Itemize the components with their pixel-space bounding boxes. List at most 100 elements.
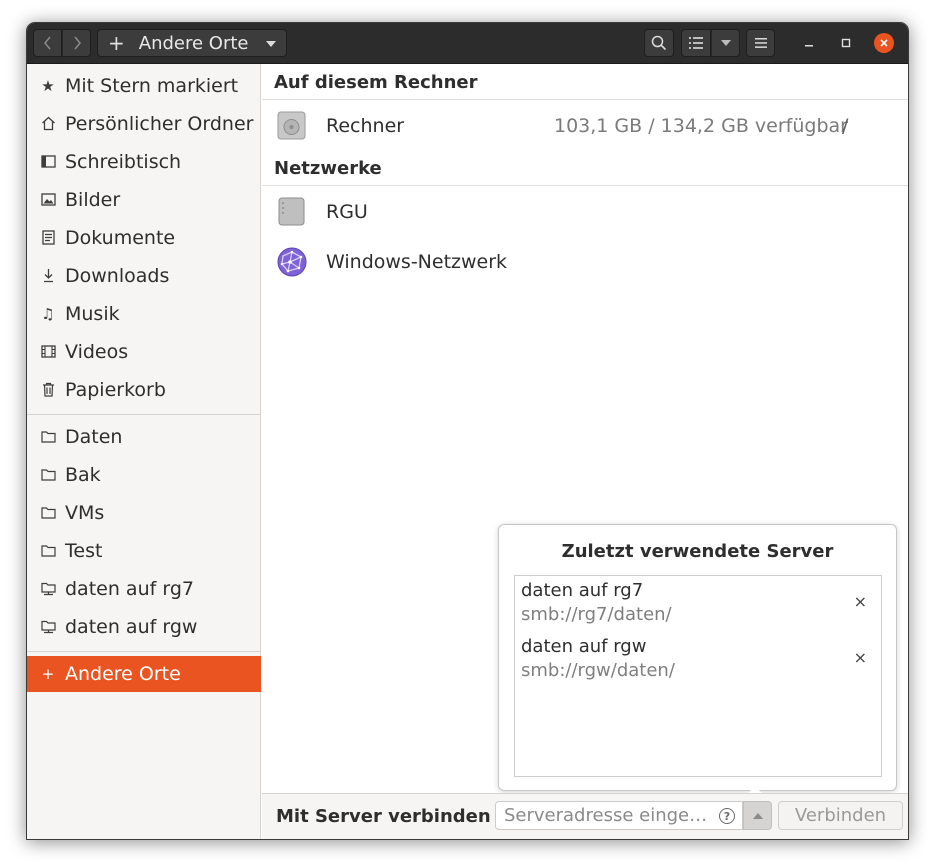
- recent-server-item[interactable]: daten auf rgw smb://rgw/daten/ ×: [521, 632, 875, 684]
- server-url: smb://rg7/daten/: [521, 604, 672, 625]
- sidebar-item-downloads[interactable]: Downloads: [27, 257, 261, 294]
- section-title-networks: Netzwerke: [274, 158, 382, 179]
- sidebar-bookmark-daten-rg7[interactable]: daten auf rg7: [27, 570, 261, 607]
- sidebar-item-label: Musik: [65, 302, 120, 325]
- sidebar-item-home[interactable]: Persönlicher Ordner: [27, 105, 261, 142]
- remove-server-button[interactable]: ×: [854, 592, 867, 611]
- star-icon: ★: [41, 76, 55, 95]
- sidebar-separator: [27, 651, 261, 652]
- sidebar-item-desktop[interactable]: Schreibtisch: [27, 143, 261, 180]
- documents-icon: [40, 230, 56, 246]
- chevron-left-icon: [43, 36, 51, 50]
- sidebar-bookmark-vms[interactable]: VMs: [27, 494, 261, 531]
- place-name: RGU: [326, 201, 368, 223]
- sidebar-bookmark-daten[interactable]: Daten: [27, 418, 261, 455]
- connect-button[interactable]: Verbinden: [778, 801, 903, 830]
- hamburger-menu-button[interactable]: [746, 29, 775, 57]
- recent-servers-toggle[interactable]: [743, 801, 772, 830]
- sidebar-item-label: Dokumente: [65, 226, 176, 249]
- remove-server-button[interactable]: ×: [854, 648, 867, 667]
- sidebar-item-label: daten auf rg7: [65, 577, 194, 600]
- server-address-placeholder: Serveradresse einge…: [504, 805, 708, 826]
- view-list-button[interactable]: [681, 29, 711, 57]
- back-button[interactable]: [33, 29, 62, 57]
- place-usage: 103,1 GB / 134,2 GB verfügbar: [554, 115, 848, 137]
- server-url: smb://rgw/daten/: [521, 660, 675, 681]
- sidebar-item-label: VMs: [65, 501, 105, 524]
- location-label: Andere Orte: [138, 32, 249, 54]
- header-bar: + Andere Orte: [27, 23, 908, 64]
- sidebar-bookmark-daten-rgw[interactable]: daten auf rgw: [27, 608, 261, 645]
- sidebar-item-label: Downloads: [65, 264, 170, 287]
- sidebar-item-other-places[interactable]: + Andere Orte: [27, 656, 261, 692]
- server-name: daten auf rgw: [521, 636, 647, 657]
- sidebar-bookmark-bak[interactable]: Bak: [27, 456, 261, 493]
- section-divider: [262, 185, 908, 186]
- sidebar-item-trash[interactable]: Papierkorb: [27, 371, 261, 408]
- sidebar-item-label: daten auf rgw: [65, 615, 198, 638]
- popover-title: Zuletzt verwendete Server: [561, 541, 834, 562]
- search-button[interactable]: [644, 29, 674, 57]
- section-title-computer: Auf diesem Rechner: [274, 72, 478, 93]
- network-globe-icon: [277, 247, 307, 277]
- caret-down-icon: [720, 40, 731, 46]
- minimize-icon: [805, 45, 813, 47]
- search-icon: [651, 35, 667, 51]
- sidebar-item-music[interactable]: ♫ Musik: [27, 295, 261, 332]
- place-name: Rechner: [326, 115, 405, 137]
- network-folder-icon: [40, 581, 56, 597]
- close-button[interactable]: [874, 33, 894, 53]
- recent-servers-list: daten auf rg7 smb://rg7/daten/ × daten a…: [514, 575, 882, 777]
- sidebar-separator: [27, 414, 261, 415]
- network-folder-icon: [40, 619, 56, 635]
- location-button[interactable]: + Andere Orte: [97, 29, 287, 57]
- caret-up-icon: [752, 812, 763, 819]
- place-path: /: [842, 115, 849, 137]
- place-row-windows-network[interactable]: Windows-Netzwerk: [262, 238, 908, 286]
- sidebar-item-starred[interactable]: ★ Mit Stern markiert: [27, 67, 261, 104]
- sidebar-item-label: Bilder: [65, 188, 121, 211]
- downloads-icon: [40, 268, 56, 284]
- sidebar-item-label: Videos: [65, 340, 129, 363]
- sidebar-item-label: Daten: [65, 425, 123, 448]
- sidebar-item-label: Test: [65, 539, 103, 562]
- sidebar-item-videos[interactable]: Videos: [27, 333, 261, 370]
- caret-down-icon: [266, 41, 276, 47]
- maximize-icon: [841, 38, 851, 48]
- connect-label: Mit Server verbinden: [276, 806, 491, 827]
- plus-icon: +: [108, 31, 125, 55]
- hamburger-icon: [754, 38, 767, 48]
- home-icon: [40, 116, 56, 132]
- list-view-icon: [689, 37, 703, 49]
- folder-icon: [40, 429, 56, 445]
- sidebar-item-label: Bak: [65, 463, 101, 486]
- sidebar-item-documents[interactable]: Dokumente: [27, 219, 261, 256]
- place-row-rgu[interactable]: RGU: [262, 188, 908, 236]
- sidebar-item-pictures[interactable]: Bilder: [27, 181, 261, 218]
- desktop-icon: [40, 154, 56, 170]
- server-address-input[interactable]: Serveradresse einge… ?: [495, 801, 743, 830]
- sidebar-item-label: Mit Stern markiert: [65, 74, 239, 97]
- minimize-button[interactable]: [799, 33, 819, 53]
- folder-icon: [40, 543, 56, 559]
- recent-server-item[interactable]: daten auf rg7 smb://rg7/daten/ ×: [521, 576, 875, 628]
- music-icon: ♫: [41, 304, 55, 323]
- chevron-right-icon: [73, 36, 81, 50]
- forward-button[interactable]: [62, 29, 91, 57]
- section-divider: [262, 99, 908, 100]
- sidebar-item-label: Schreibtisch: [65, 150, 182, 173]
- place-row-computer[interactable]: Rechner 103,1 GB / 134,2 GB verfügbar /: [262, 102, 908, 150]
- folder-icon: [40, 505, 56, 521]
- videos-icon: [40, 344, 56, 360]
- sidebar-item-label: Persönlicher Ordner: [65, 112, 254, 135]
- pictures-icon: [40, 192, 56, 208]
- view-options-button[interactable]: [711, 29, 740, 57]
- server-icon: [277, 197, 306, 226]
- connect-to-server-bar: Mit Server verbinden Serveradresse einge…: [262, 793, 908, 839]
- server-name: daten auf rg7: [521, 580, 644, 601]
- recent-servers-popover: Zuletzt verwendete Server daten auf rg7 …: [498, 524, 897, 806]
- maximize-button[interactable]: [836, 33, 856, 53]
- help-icon[interactable]: ?: [719, 808, 735, 824]
- sidebar-bookmark-test[interactable]: Test: [27, 532, 261, 569]
- sidebar-item-label: Andere Orte: [65, 663, 181, 685]
